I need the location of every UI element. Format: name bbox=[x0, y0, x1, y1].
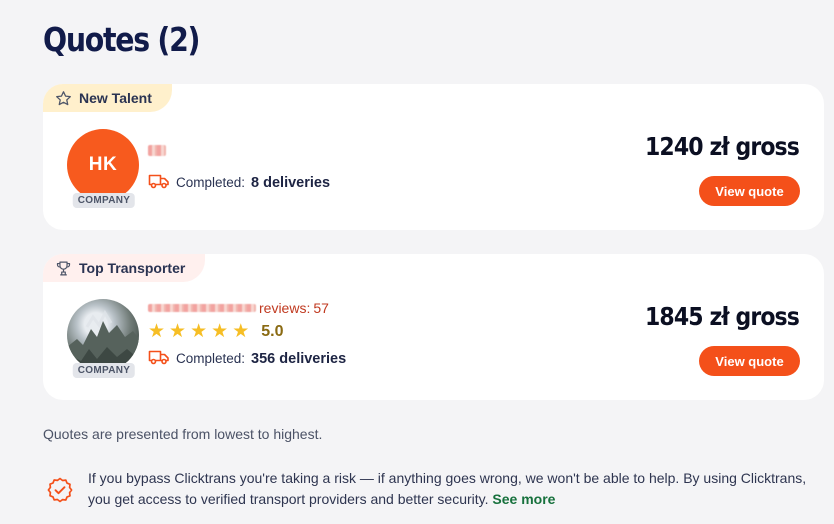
sort-order-note: Quotes are presented from lowest to high… bbox=[43, 426, 323, 442]
reviews-line: reviews: 57 bbox=[148, 300, 346, 316]
avatar[interactable]: COMPANY bbox=[67, 299, 141, 378]
company-tag: COMPANY bbox=[72, 363, 136, 378]
truck-icon bbox=[148, 349, 170, 368]
star-filled-icon: ★ bbox=[211, 321, 229, 342]
top-transporter-badge: Top Transporter bbox=[43, 254, 206, 282]
avatar[interactable]: HK COMPANY bbox=[67, 129, 141, 208]
verified-badge-icon bbox=[46, 476, 74, 509]
quote-price: 1240 zł gross bbox=[645, 132, 800, 161]
see-more-link[interactable]: See more bbox=[492, 491, 555, 507]
reviews-label: reviews: bbox=[259, 300, 311, 316]
avatar-photo bbox=[67, 299, 139, 371]
carrier-name-redacted bbox=[148, 145, 166, 157]
page-title: Quotes (2) bbox=[43, 20, 200, 59]
star-filled-icon: ★ bbox=[169, 321, 187, 342]
bypass-warning: If you bypass Clicktrans you're taking a… bbox=[46, 468, 816, 510]
completed-label: Completed: bbox=[176, 175, 246, 190]
avatar-initials: HK bbox=[67, 129, 139, 201]
rating-value: 5.0 bbox=[261, 322, 284, 340]
star-filled-icon: ★ bbox=[232, 321, 250, 342]
new-talent-badge: New Talent bbox=[43, 84, 172, 112]
trophy-icon bbox=[55, 260, 72, 277]
warning-text: If you bypass Clicktrans you're taking a… bbox=[88, 470, 807, 507]
badge-label: New Talent bbox=[79, 90, 152, 106]
completed-label: Completed: bbox=[176, 351, 246, 366]
reviews-count: 57 bbox=[313, 300, 329, 316]
quote-card: New Talent HK COMPANY Completed: 8 deliv… bbox=[43, 84, 824, 230]
truck-icon bbox=[148, 173, 170, 192]
star-outline-icon bbox=[55, 90, 72, 107]
completed-value: 356 deliveries bbox=[251, 350, 347, 367]
completed-value: 8 deliveries bbox=[251, 174, 331, 191]
carrier-name-redacted bbox=[148, 304, 256, 312]
badge-label: Top Transporter bbox=[79, 260, 186, 276]
star-filled-icon: ★ bbox=[190, 321, 208, 342]
view-quote-button[interactable]: View quote bbox=[699, 346, 800, 376]
company-tag: COMPANY bbox=[72, 193, 136, 208]
quote-price: 1845 zł gross bbox=[645, 302, 800, 331]
star-filled-icon: ★ bbox=[148, 321, 166, 342]
rating-stars: ★ ★ ★ ★ ★ 5.0 bbox=[148, 322, 346, 341]
quote-card: Top Transporter COMPANY reviews: 57 ★ ★ … bbox=[43, 254, 824, 400]
view-quote-button[interactable]: View quote bbox=[699, 176, 800, 206]
